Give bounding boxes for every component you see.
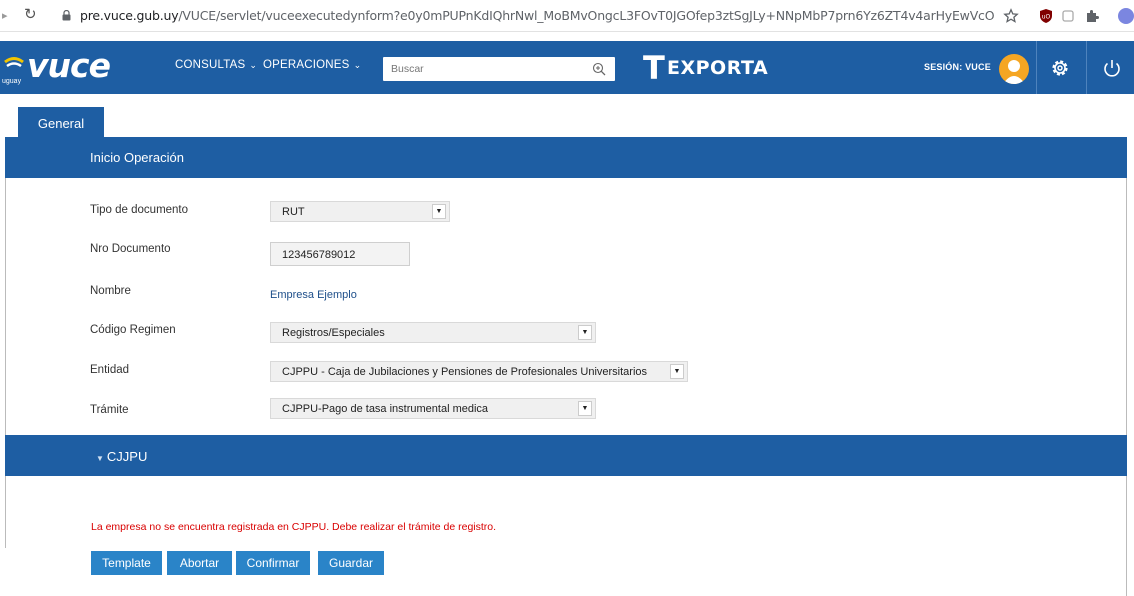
puzzle-icon[interactable] [1084, 8, 1100, 24]
menu-consultas[interactable]: CONSULTAS ⌄ [175, 59, 257, 71]
search-icon[interactable] [591, 61, 607, 77]
panel-border-right [1126, 178, 1127, 438]
tipo-documento-value: RUT [282, 206, 305, 218]
browser-toolbar: ▸ ↻ pre.vuce.gub.uy/VUCE/servlet/vuceexe… [0, 0, 1134, 32]
label-nro-documento: Nro Documento [90, 243, 171, 255]
chevron-down-icon: ⌄ [249, 60, 258, 70]
panel-border-left [5, 178, 6, 438]
nro-documento-field[interactable]: 123456789012 [270, 242, 410, 266]
forward-icon[interactable]: ▸ [2, 9, 12, 23]
header-divider [1086, 41, 1087, 94]
template-button[interactable]: Template [91, 551, 162, 575]
vuce-logo[interactable]: vuce uguay [2, 46, 122, 88]
session-label: SESIÓN: VUCE [924, 62, 991, 72]
panel-border-left [5, 476, 6, 548]
codigo-regimen-select[interactable]: Registros/Especiales ▼ [270, 322, 596, 343]
menu-operaciones-label: OPERACIONES [263, 59, 350, 71]
chevron-down-icon: ⌄ [353, 60, 362, 70]
logo-text: vuce [27, 46, 111, 85]
label-tipo-documento: Tipo de documento [90, 204, 189, 216]
app-header: vuce uguay CONSULTAS⌄ OPERACIONES⌄ T EXP… [0, 41, 1134, 94]
tab-general[interactable]: General [18, 107, 104, 138]
url-host: pre.vuce.gub.uy [80, 8, 179, 23]
dropdown-arrow-icon: ▼ [670, 364, 684, 379]
abortar-button[interactable]: Abortar [167, 551, 232, 575]
section-title-cjjpu: ▼ CJJPU [96, 449, 147, 464]
nro-documento-value: 123456789012 [282, 249, 356, 261]
triangle-down-icon: ▼ [96, 454, 104, 463]
panel-border-right [1126, 476, 1127, 596]
user-icon [1003, 60, 1025, 84]
svg-text:uO: uO [1042, 14, 1051, 21]
label-entidad: Entidad [90, 364, 130, 376]
lock-icon [62, 10, 71, 21]
extension-icon[interactable] [1060, 8, 1076, 24]
brand-text: EXPORTA [667, 57, 769, 79]
error-message: La empresa no se encuentra registrada en… [91, 521, 497, 533]
cjjpu-title: CJJPU [106, 449, 148, 464]
menu-operaciones[interactable]: OPERACIONES ⌄ [263, 59, 361, 71]
gear-icon[interactable] [1048, 56, 1072, 80]
uruguay-sun-icon [4, 57, 24, 68]
confirmar-button[interactable]: Confirmar [236, 551, 310, 575]
star-icon[interactable] [1003, 8, 1019, 24]
tramite-value: CJPPU-Pago de tasa instrumental medica [282, 403, 489, 415]
search-box [383, 57, 615, 81]
guardar-button[interactable]: Guardar [318, 551, 384, 575]
dropdown-arrow-icon: ▼ [578, 325, 592, 340]
label-codigo-regimen: Código Regimen [90, 324, 176, 336]
logo-subtext: uguay [2, 78, 22, 85]
nombre-value: Empresa Ejemplo [270, 289, 357, 301]
profile-icon[interactable] [1118, 8, 1134, 24]
reload-icon[interactable]: ↻ [24, 6, 42, 24]
dropdown-arrow-icon: ▼ [578, 401, 592, 416]
section-title: Inicio Operación [90, 150, 184, 165]
brand-t-glyph: T [643, 49, 665, 87]
dropdown-arrow-icon: ▼ [432, 204, 446, 219]
header-divider [1036, 41, 1037, 94]
tramite-select[interactable]: CJPPU-Pago de tasa instrumental medica ▼ [270, 398, 596, 419]
codigo-regimen-value: Registros/Especiales [282, 327, 385, 339]
label-nombre: Nombre [90, 285, 131, 297]
section-header-inicio-operacion: Inicio Operación [5, 137, 1127, 178]
address-bar[interactable]: pre.vuce.gub.uy/VUCE/servlet/vuceexecute… [80, 8, 995, 24]
search-input[interactable] [391, 62, 581, 76]
url-path: /VUCE/servlet/vuceexecutedynform?e0y0mPU… [178, 8, 995, 23]
entidad-select[interactable]: CJPPU - Caja de Jubilaciones y Pensiones… [270, 361, 688, 382]
ublock-icon[interactable]: uO [1038, 8, 1054, 24]
label-tramite: Trámite [90, 404, 129, 416]
avatar[interactable] [999, 54, 1029, 84]
menu-consultas-label: CONSULTAS [175, 59, 246, 71]
power-icon[interactable] [1100, 56, 1124, 80]
entidad-value: CJPPU - Caja de Jubilaciones y Pensiones… [282, 366, 648, 378]
tipo-documento-select[interactable]: RUT ▼ [270, 201, 450, 222]
section-header-cjjpu[interactable]: ▼ CJJPU [5, 435, 1127, 476]
